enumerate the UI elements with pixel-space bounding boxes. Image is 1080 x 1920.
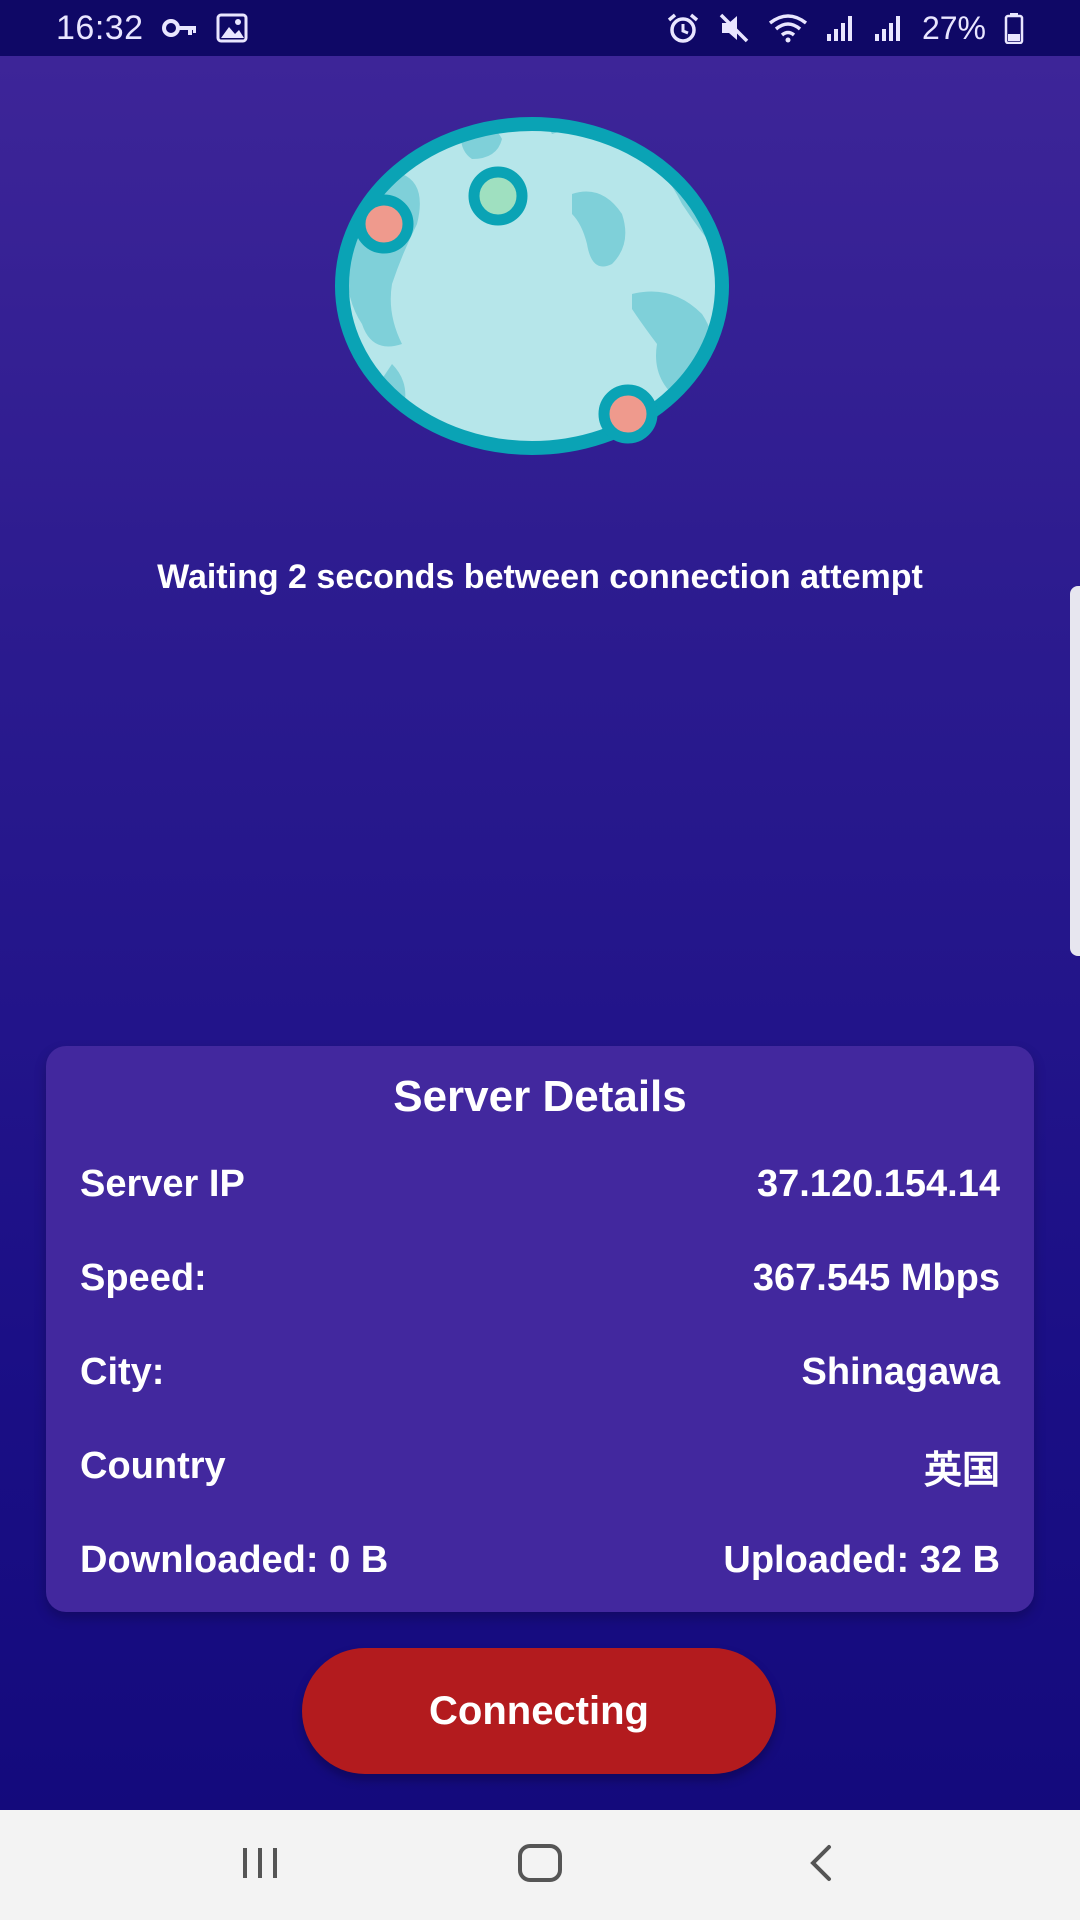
country-row: Country 英国: [80, 1438, 1000, 1494]
battery-percent: 27%: [921, 9, 986, 46]
uploaded-stat: Uploaded: 32 B: [723, 1538, 1000, 1581]
downloaded-stat: Downloaded: 0 B: [80, 1538, 389, 1581]
city-label: City:: [80, 1350, 165, 1393]
back-icon: [805, 1843, 835, 1888]
wifi-icon: [768, 13, 808, 43]
alarm-icon: [666, 12, 700, 44]
server-ip-label: Server IP: [80, 1162, 245, 1205]
home-icon: [517, 1843, 563, 1888]
back-button[interactable]: [780, 1825, 860, 1905]
globe-pin-red-bottom: [598, 384, 658, 444]
key-icon: [161, 17, 198, 39]
status-right: 27%: [666, 10, 1024, 47]
city-row: City: Shinagawa: [80, 1344, 1000, 1400]
status-time: 16:32: [56, 8, 144, 47]
edge-panel-handle[interactable]: [1070, 586, 1080, 956]
country-value: 英国: [923, 1449, 1000, 1492]
speed-row: Speed: 367.545 Mbps: [80, 1250, 1000, 1306]
traffic-row: Downloaded: 0 B Uploaded: 32 B: [80, 1532, 1000, 1588]
city-value: Shinagawa: [801, 1350, 1001, 1393]
vpn-connecting-screen: 16:32 27% Waiting 2 seconds between conn…: [0, 0, 1080, 1920]
image-icon: [216, 13, 248, 43]
recent-apps-button[interactable]: [220, 1825, 300, 1905]
mute-icon: [718, 12, 750, 44]
server-ip-row: Server IP 37.120.154.14: [80, 1156, 1000, 1212]
server-details-title: Server Details: [393, 1072, 687, 1121]
home-button[interactable]: [500, 1825, 580, 1905]
status-left: 16:32: [56, 9, 248, 48]
server-ip-value: 37.120.154.14: [756, 1162, 1000, 1205]
globe-pin-red-left: [354, 194, 414, 254]
signal-icon: [874, 14, 904, 42]
status-bar: 16:32 27%: [0, 0, 1080, 56]
system-nav-bar: [0, 1810, 1080, 1920]
country-label: Country: [80, 1444, 226, 1487]
battery-icon: [1004, 12, 1024, 44]
connect-button[interactable]: Connecting: [302, 1648, 776, 1774]
speed-value: 367.545 Mbps: [752, 1256, 1000, 1299]
globe-illustration: [332, 114, 732, 464]
recent-apps-icon: [238, 1845, 282, 1886]
globe-pin-green: [468, 166, 528, 226]
signal-icon: [826, 14, 856, 42]
server-details-card: Server Details Server IP 37.120.154.14 S…: [46, 1046, 1034, 1612]
connection-status-message: Waiting 2 seconds between connection att…: [157, 558, 923, 596]
speed-label: Speed:: [80, 1256, 207, 1299]
